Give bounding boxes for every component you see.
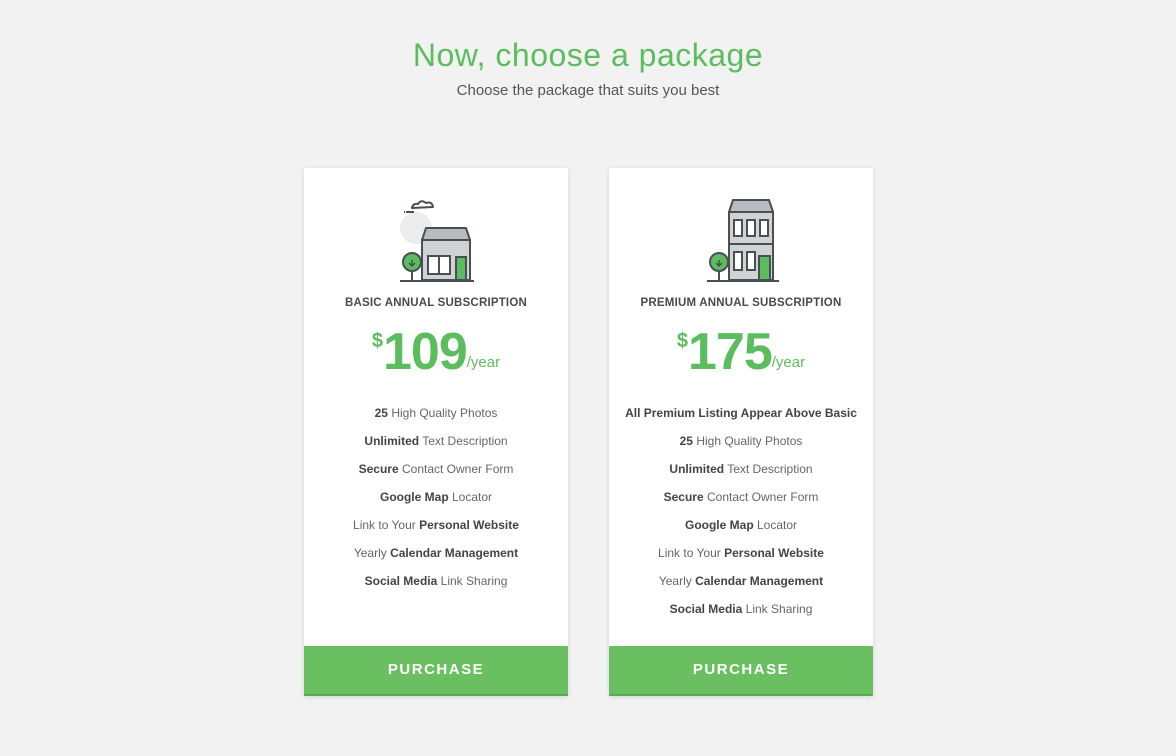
feature-list: All Premium Listing Appear Above Basic 2…: [609, 403, 873, 627]
feature-item: Unlimited Text Description: [669, 462, 813, 476]
small-house-icon: [400, 200, 474, 282]
premium-package-card: PREMIUM ANNUAL SUBSCRIPTION $175/year Al…: [609, 168, 873, 696]
price-period: /year: [466, 354, 501, 371]
feature-item: Secure Contact Owner Form: [358, 462, 514, 476]
price-period: /year: [771, 354, 806, 371]
feature-item: All Premium Listing Appear Above Basic: [625, 406, 857, 420]
feature-item: Yearly Calendar Management: [353, 546, 519, 560]
feature-item: Unlimited Text Description: [364, 434, 508, 448]
feature-item: Yearly Calendar Management: [658, 574, 824, 588]
price-amount: 109: [383, 323, 468, 381]
price: $109/year: [304, 324, 568, 380]
feature-item: Social Media Link Sharing: [364, 574, 508, 588]
two-story-building-icon: [707, 199, 779, 282]
feature-list: 25 High Quality Photos Unlimited Text De…: [304, 403, 568, 599]
feature-item: Secure Contact Owner Form: [663, 490, 819, 504]
basic-package-card: BASIC ANNUAL SUBSCRIPTION $109/year 25 H…: [304, 168, 568, 696]
feature-item: Link to Your Personal Website: [658, 546, 824, 560]
page-subtitle: Choose the package that suits you best: [456, 82, 720, 99]
feature-item: Google Map Locator: [379, 490, 493, 504]
page-title: Now, choose a package: [412, 37, 764, 73]
package-name: PREMIUM ANNUAL SUBSCRIPTION: [640, 297, 842, 309]
purchase-button[interactable]: PURCHASE: [304, 646, 568, 696]
feature-item: Google Map Locator: [684, 518, 798, 532]
feature-item: Link to Your Personal Website: [353, 518, 519, 532]
package-name: BASIC ANNUAL SUBSCRIPTION: [345, 297, 527, 309]
feature-item: 25 High Quality Photos: [679, 434, 803, 448]
price-amount: 175: [688, 323, 773, 381]
price-currency: $: [676, 330, 688, 352]
price-currency: $: [371, 330, 383, 352]
price: $175/year: [609, 324, 873, 380]
feature-item: Social Media Link Sharing: [669, 602, 813, 616]
purchase-button[interactable]: PURCHASE: [609, 646, 873, 696]
feature-item: 25 High Quality Photos: [374, 406, 498, 420]
